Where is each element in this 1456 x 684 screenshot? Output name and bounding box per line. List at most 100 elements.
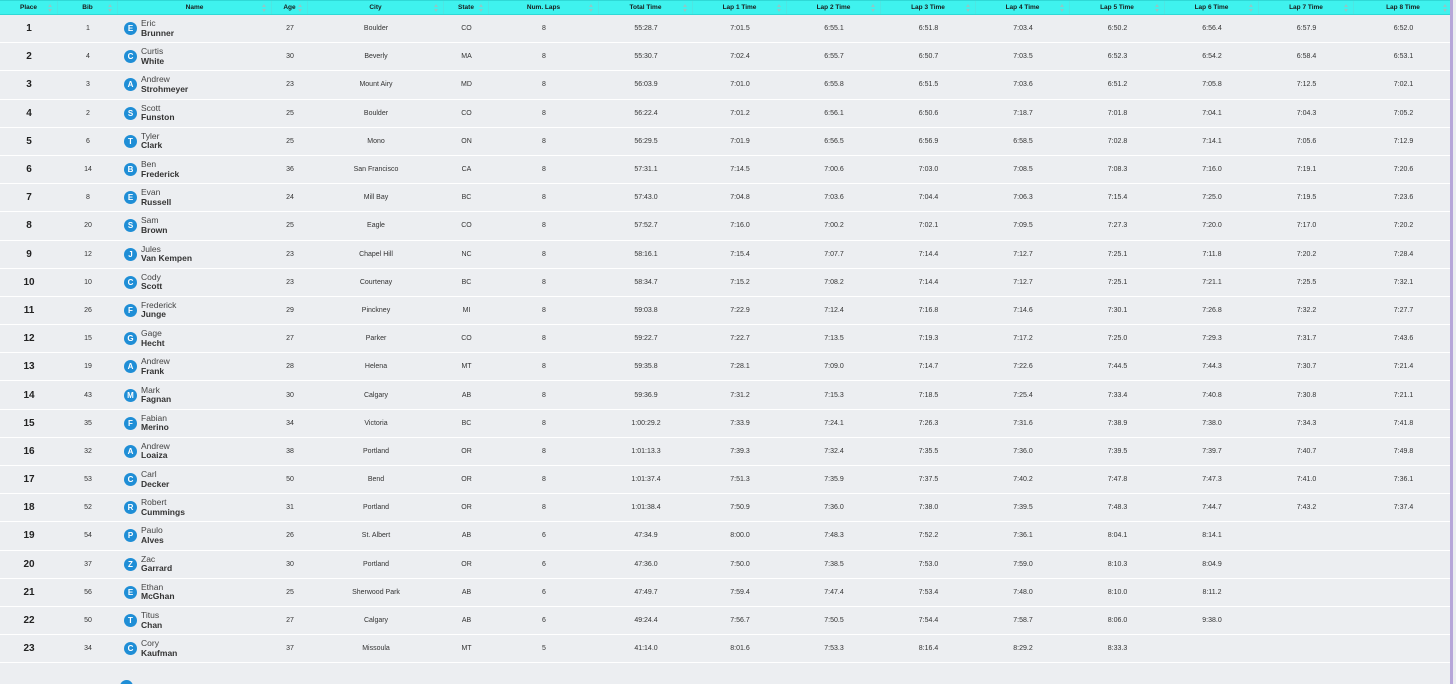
lap-6-time-cell: 8:14.1 — [1202, 532, 1222, 540]
table-row[interactable]: 13 19 A Andrew Frank 28 Helena MT 8 59:35.8 7:28.1… — [0, 353, 1453, 382]
sort-icon[interactable] — [1249, 4, 1254, 12]
bib-cell: 20 — [84, 222, 92, 230]
column-header-lap-3-time[interactable]: Lap 3 Time — [881, 1, 976, 14]
table-row[interactable]: 3 3 A Andrew Strohmeyer 23 Mount Airy MD 8 56:03.… — [0, 71, 1453, 100]
city-cell: Portland — [362, 504, 390, 512]
table-row[interactable]: 10 10 C Cody Scott 23 Courtenay BC 8 58:34.7 7:15.… — [0, 268, 1453, 297]
lap-5-time-cell: 7:25.0 — [1107, 335, 1128, 343]
age-cell: 27 — [286, 617, 294, 625]
column-header-total-time[interactable]: Total Time — [599, 1, 693, 14]
sort-icon[interactable] — [777, 4, 782, 12]
table-row[interactable]: 23 34 C Cory Kaufman 37 Missoula MT 5 41:14.0 8:01… — [0, 635, 1453, 664]
laps-cell: 8 — [542, 25, 546, 33]
lap-4-time-cell: 7:12.7 — [1013, 278, 1033, 286]
column-header-lap-2-time[interactable]: Lap 2 Time — [787, 1, 881, 14]
lap-6-time-cell: 7:21.1 — [1202, 278, 1222, 286]
table-row[interactable]: 22 50 T Titus Chan 27 Calgary AB 6 49:24.4 7:56.7 7… — [0, 606, 1453, 636]
bib-cell: 54 — [84, 532, 92, 540]
table-row[interactable]: 8 20 S Sam Brown 25 Eagle CO 8 57:52.7 7:16.0 7:00.… — [0, 212, 1453, 241]
sort-icon[interactable] — [479, 4, 484, 12]
table-row[interactable]: 18 52 R Robert Cummings 31 Portland OR 8 1:01:38.… — [0, 494, 1453, 523]
column-header-num-laps[interactable]: Num. Laps — [489, 1, 599, 14]
sort-icon[interactable] — [683, 4, 688, 12]
table-row[interactable]: 7 8 E Evan Russell 24 Mill Bay BC 8 57:43.0 7:04.8… — [0, 184, 1453, 213]
state-cell: OR — [461, 504, 472, 512]
lap-5-time-cell: 7:47.8 — [1107, 476, 1128, 484]
column-header-lap-7-time[interactable]: Lap 7 Time — [1259, 1, 1354, 14]
sort-icon[interactable] — [1060, 4, 1065, 12]
column-header-place[interactable]: Place — [0, 1, 58, 14]
table-row[interactable]: 2 4 C Curtis White 30 Beverly MA 8 55:30.7 7:02.4 6… — [0, 43, 1453, 72]
sort-icon[interactable] — [1344, 4, 1349, 12]
column-header-age[interactable]: Age — [272, 1, 308, 14]
table-row[interactable]: 17 53 C Carl Decker 50 Bend OR 8 1:01:37.4 7:51.3 7… — [0, 466, 1453, 495]
total-cell: 59:22.7 — [634, 335, 658, 343]
table-row[interactable]: 12 15 G Gage Hecht 27 Parker CO 8 59:22.7 7:22.7 7:… — [0, 325, 1453, 354]
bib-cell: 15 — [84, 335, 92, 343]
column-header-bib[interactable]: Bib — [58, 1, 118, 14]
city-cell: Victoria — [364, 419, 388, 427]
sort-icon[interactable] — [589, 4, 594, 12]
last-name: Van Kempen — [141, 253, 193, 264]
laps-cell: 5 — [542, 645, 546, 653]
sort-icon[interactable] — [1443, 4, 1448, 12]
sort-icon[interactable] — [966, 4, 971, 12]
column-header-lap-4-time[interactable]: Lap 4 Time — [976, 1, 1070, 14]
table-row[interactable]: 16 32 A Andrew Loaiza 38 Portland OR 8 1:01:13.3 7… — [0, 437, 1453, 466]
table-row[interactable]: 15 35 F Fabian Merino 34 Victoria BC 8 1:00:29.2 7… — [0, 409, 1453, 438]
table-row[interactable]: 1 1 E Eric Brunner 27 Boulder CO 8 55:28.7 7:01.5 6… — [0, 15, 1453, 44]
column-header-lap-8-time[interactable]: Lap 8 Time — [1354, 1, 1453, 14]
state-cell: AB — [461, 391, 472, 399]
total-cell: 1:01:13.3 — [631, 447, 661, 455]
column-header-lap-6-time[interactable]: Lap 6 Time — [1165, 1, 1259, 14]
avatar: E — [124, 22, 137, 36]
place-cell: 18 — [23, 502, 35, 514]
table-row[interactable]: 21 56 E Ethan McGhan 25 Sherwood Park AB 6 47:49.… — [0, 578, 1453, 607]
lap-5-time-cell: 7:27.3 — [1107, 222, 1128, 230]
state-cell: CA — [461, 166, 472, 174]
sort-icon[interactable] — [108, 4, 113, 12]
table-row[interactable]: 20 37 Z Zac Garrard 30 Portland OR 6 47:36.0 7:50.… — [0, 550, 1453, 579]
table-row[interactable]: 5 6 T Tyler Clark 25 Mono ON 8 56:29.5 7:01.9 6:56.… — [0, 127, 1453, 156]
sort-icon[interactable] — [871, 4, 876, 12]
sort-icon[interactable] — [298, 4, 303, 12]
column-header-label: Bib — [82, 4, 93, 11]
column-header-city[interactable]: City — [308, 1, 444, 14]
table-row[interactable]: 6 14 B Ben Frederick 36 San Francisco CA 8 57:31.… — [0, 155, 1453, 185]
laps-cell: 8 — [542, 363, 546, 371]
column-header-label: Total Time — [629, 4, 662, 11]
column-header-label: Lap 5 Time — [1100, 4, 1134, 11]
table-row[interactable]: 14 43 M Mark Fagnan 30 Calgary AB 8 59:36.9 7:31.2… — [0, 381, 1453, 410]
column-header-state[interactable]: State — [444, 1, 489, 14]
sort-icon[interactable] — [262, 4, 267, 12]
column-header-lap-5-time[interactable]: Lap 5 Time — [1070, 1, 1165, 14]
lap-1-time-cell: 7:22.7 — [730, 335, 750, 343]
name-cell: C Cody Scott — [118, 269, 272, 296]
sort-icon[interactable] — [434, 4, 439, 12]
last-name: Brunner — [141, 27, 175, 38]
table-row[interactable]: 19 54 P Paulo Alves 26 St. Albert AB 6 47:34.9 8:0… — [0, 522, 1453, 551]
table-body: 1 1 E Eric Brunner 27 Boulder CO 8 55:28.7 7:01.5 6… — [0, 15, 1453, 664]
scrollbar-edge[interactable] — [1450, 0, 1453, 684]
place-cell: 2 — [26, 51, 32, 63]
column-header-name[interactable]: Name — [118, 1, 272, 14]
table-row[interactable]: 9 12 J Jules Van Kempen 23 Chapel Hill NC 8 58:16… — [0, 240, 1453, 269]
lap-6-time-cell: 7:16.0 — [1202, 166, 1222, 174]
city-cell: Boulder — [363, 109, 389, 117]
lap-8-time-cell: 6:53.1 — [1393, 53, 1414, 61]
lap-1-time-cell: 7:50.9 — [730, 504, 750, 512]
table-row[interactable]: 11 26 F Frederick Junge 29 Pinckney MI 8 59:03.8 7… — [0, 296, 1453, 326]
sort-icon[interactable] — [1155, 4, 1160, 12]
lap-8-time-cell — [1354, 607, 1453, 634]
sort-icon[interactable] — [48, 4, 53, 12]
lap-5-time-cell: 7:08.3 — [1107, 166, 1128, 174]
column-header-lap-1-time[interactable]: Lap 1 Time — [693, 1, 787, 14]
age-cell: 25 — [286, 137, 294, 145]
state-cell: MT — [461, 645, 472, 653]
lap-4-time-cell: 7:12.7 — [1013, 250, 1033, 258]
state-cell: OR — [461, 560, 472, 568]
lap-4-time-cell: 7:58.7 — [1013, 617, 1033, 625]
lap-6-time-cell: 9:38.0 — [1202, 617, 1222, 625]
table-row[interactable]: 4 2 S Scott Funston 25 Boulder CO 8 56:22.4 7:01.2… — [0, 99, 1453, 128]
lap-8-time-cell — [1354, 551, 1453, 578]
